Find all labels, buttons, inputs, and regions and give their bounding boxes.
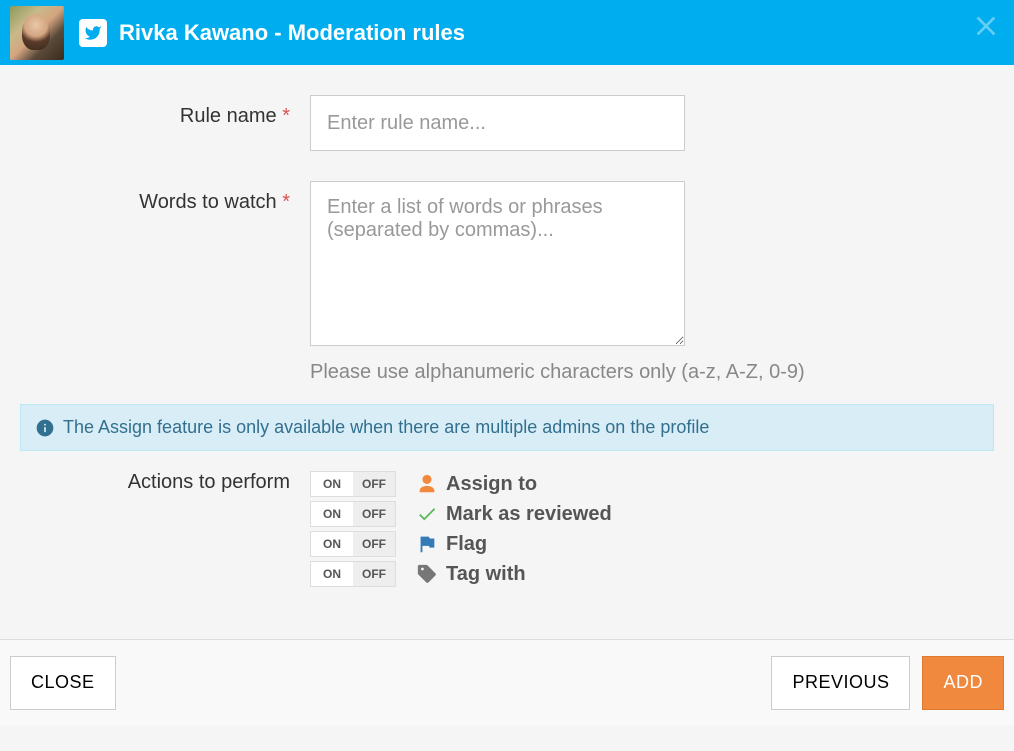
modal-title: Rivka Kawano - Moderation rules xyxy=(119,20,465,46)
tag-icon xyxy=(414,563,440,585)
toggle-off[interactable]: OFF xyxy=(353,502,395,526)
close-button[interactable]: CLOSE xyxy=(10,656,116,710)
rule-name-label: Rule name * xyxy=(20,95,310,151)
check-icon xyxy=(414,503,440,525)
toggle-flag[interactable]: ON OFF xyxy=(310,531,396,557)
toggle-off[interactable]: OFF xyxy=(353,562,395,586)
modal-body: Rule name * Words to watch * Please use … xyxy=(0,65,1014,640)
rule-name-label-text: Rule name xyxy=(180,105,277,127)
add-button[interactable]: ADD xyxy=(922,656,1004,710)
info-bar: The Assign feature is only available whe… xyxy=(20,404,994,451)
action-assign-label: Assign to xyxy=(446,473,537,496)
toggle-assign[interactable]: ON OFF xyxy=(310,471,396,497)
toggle-tag[interactable]: ON OFF xyxy=(310,561,396,587)
previous-button[interactable]: PREVIOUS xyxy=(771,656,910,710)
toggle-on[interactable]: ON xyxy=(311,472,353,496)
action-row-reviewed: ON OFF Mark as reviewed xyxy=(310,499,612,529)
twitter-icon xyxy=(79,19,107,47)
user-icon xyxy=(414,473,440,495)
words-to-watch-label: Words to watch * xyxy=(20,181,310,351)
info-bar-text: The Assign feature is only available whe… xyxy=(63,417,709,438)
actions-label: Actions to perform xyxy=(20,469,310,589)
toggle-on[interactable]: ON xyxy=(311,532,353,556)
actions-list: ON OFF Assign to ON OFF Mark as reviewed xyxy=(310,469,612,589)
modal-footer: CLOSE PREVIOUS ADD xyxy=(0,640,1014,725)
action-row-assign: ON OFF Assign to xyxy=(310,469,612,499)
modal-header: Rivka Kawano - Moderation rules xyxy=(0,0,1014,65)
words-help-text: Please use alphanumeric characters only … xyxy=(310,361,990,384)
toggle-off[interactable]: OFF xyxy=(353,532,395,556)
info-icon xyxy=(35,418,55,438)
action-flag-label: Flag xyxy=(446,533,487,556)
profile-avatar xyxy=(10,6,64,60)
words-to-watch-input[interactable] xyxy=(310,181,685,346)
toggle-off[interactable]: OFF xyxy=(353,472,395,496)
close-icon[interactable] xyxy=(970,10,1002,42)
action-tag-label: Tag with xyxy=(446,563,526,586)
flag-icon xyxy=(414,533,440,555)
toggle-on[interactable]: ON xyxy=(311,502,353,526)
toggle-on[interactable]: ON xyxy=(311,562,353,586)
required-asterisk: * xyxy=(282,105,290,127)
action-row-tag: ON OFF Tag with xyxy=(310,559,612,589)
words-to-watch-label-text: Words to watch xyxy=(139,191,276,213)
rule-name-input[interactable] xyxy=(310,95,685,151)
action-row-flag: ON OFF Flag xyxy=(310,529,612,559)
action-reviewed-label: Mark as reviewed xyxy=(446,503,612,526)
toggle-reviewed[interactable]: ON OFF xyxy=(310,501,396,527)
required-asterisk: * xyxy=(282,191,290,213)
